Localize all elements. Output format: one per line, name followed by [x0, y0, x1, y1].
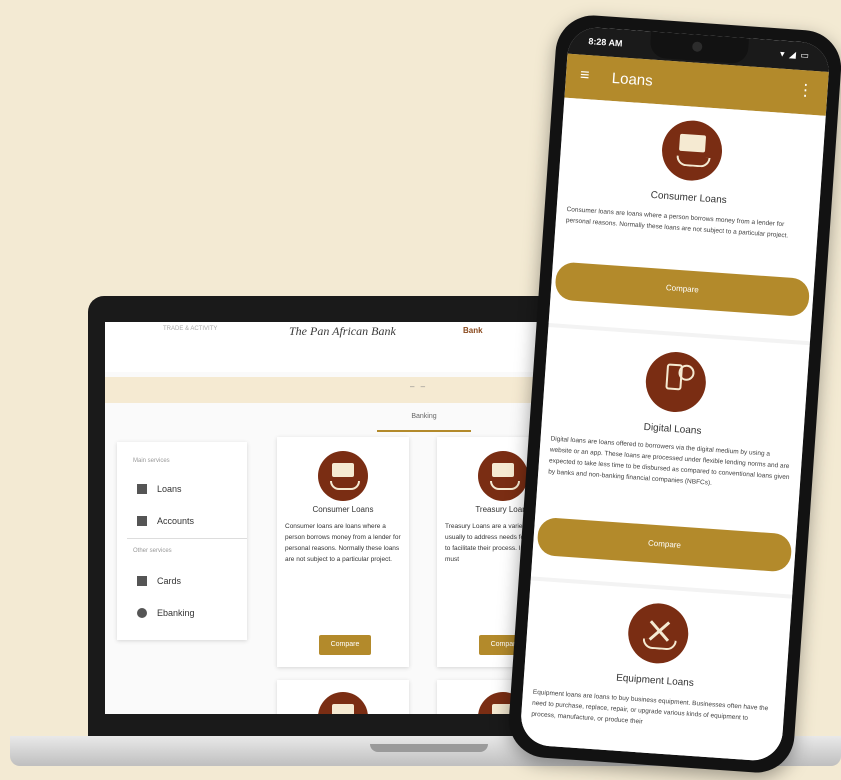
brand-right: Bank: [463, 326, 483, 335]
phone-screen: 8:28 AM ▾ ◢ ▭ ≡ Loans ⋮ Consumer Loans C…: [519, 25, 831, 763]
compare-button[interactable]: Compare: [319, 635, 371, 655]
globe-icon: [137, 608, 147, 618]
other-services-heading: Other services: [133, 548, 172, 554]
sidebar-item-label: Accounts: [157, 516, 195, 526]
phone: 8:28 AM ▾ ◢ ▭ ≡ Loans ⋮ Consumer Loans C…: [506, 12, 841, 776]
consumer-loans-card: Consumer Loans Consumer loans are loans …: [277, 437, 409, 667]
carousel-dots[interactable]: – –: [410, 382, 427, 391]
site-header: TRADE & ACTIVITY The Pan African Bank Ba…: [105, 322, 605, 372]
equipment-loans-card: Equipment Loans Equipment loans are loan…: [519, 580, 793, 763]
money-hand-icon: [660, 118, 725, 183]
sidebar-item-cards[interactable]: Cards: [137, 576, 181, 586]
card-description: Equipment loans are loans to buy busines…: [531, 688, 769, 726]
bank-icon: [137, 516, 147, 526]
card-icon: [137, 576, 147, 586]
more-options-icon[interactable]: ⋮: [797, 80, 814, 101]
main-services-heading: Main services: [133, 458, 170, 464]
banner-band: [105, 377, 605, 403]
compare-button[interactable]: Compare: [536, 516, 793, 573]
digital-loans-card: Digital Loans Digital loans are loans of…: [530, 327, 810, 595]
brand-left: TRADE & ACTIVITY: [163, 326, 218, 332]
money-hand-icon: [478, 451, 528, 501]
money-hand-icon: [318, 451, 368, 501]
money-hand-icon: [318, 692, 368, 714]
status-icons: ▾ ◢ ▭: [779, 48, 811, 61]
card-description: Consumer loans are loans where a person …: [565, 205, 789, 240]
consumer-loans-card: Consumer Loans Consumer loans are loans …: [548, 97, 826, 342]
tab-banking[interactable]: Banking: [377, 408, 471, 432]
card-description: Consumer loans are loans where a person …: [285, 523, 401, 563]
compare-button[interactable]: Compare: [554, 261, 811, 318]
brand-title[interactable]: The Pan African Bank: [289, 324, 396, 339]
card-title: Consumer Loans: [312, 505, 374, 514]
loan-card-partial: [277, 680, 409, 714]
card-description: Digital loans are loans offered to borro…: [548, 435, 790, 487]
sidebar-item-accounts[interactable]: Accounts: [137, 516, 194, 526]
mobile-payment-icon: [643, 350, 708, 415]
sidebar-item-label: Ebanking: [157, 608, 195, 618]
app-title: Loans: [611, 69, 654, 90]
sidebar-item-loans[interactable]: Loans: [137, 484, 182, 494]
laptop-notch: [370, 744, 488, 752]
status-time: 8:28 AM: [588, 36, 623, 49]
sidebar-divider: [127, 538, 247, 539]
sidebar-item-ebanking[interactable]: Ebanking: [137, 608, 195, 618]
loans-icon: [137, 484, 147, 494]
tools-hand-icon: [626, 601, 691, 666]
sidebar-item-label: Loans: [157, 484, 182, 494]
sidebar-item-label: Cards: [157, 576, 182, 586]
menu-icon[interactable]: ≡: [579, 67, 590, 86]
services-sidebar: Main services Loans Accounts Other servi…: [117, 442, 247, 640]
